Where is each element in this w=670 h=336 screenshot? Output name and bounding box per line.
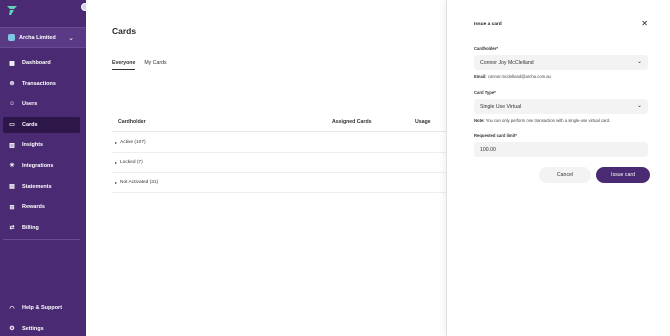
table-header: Cardholder Assigned Cards Usage bbox=[112, 112, 446, 132]
star-icon: ✳ bbox=[9, 163, 15, 170]
sidebar-item-insights[interactable]: ▥ Insights bbox=[3, 137, 80, 153]
sidebar-item-label: Transactions bbox=[22, 80, 56, 87]
org-avatar bbox=[8, 34, 15, 41]
card-type-select[interactable]: Single Use Virtual ⌄ bbox=[474, 99, 648, 114]
archa-logo-icon bbox=[7, 6, 17, 15]
gear-icon: ⚙ bbox=[9, 326, 15, 333]
group-row-not-activated[interactable]: ▸ Not Activated (31) bbox=[112, 173, 446, 193]
column-header-usage[interactable]: Usage bbox=[415, 119, 431, 125]
tab-everyone[interactable]: Everyone bbox=[112, 60, 136, 70]
sidebar-item-rewards[interactable]: ⊞ Rewards bbox=[3, 199, 80, 215]
sidebar-item-integrations[interactable]: ✳ Integrations bbox=[3, 158, 80, 174]
tab-bar: Everyone My Cards bbox=[112, 60, 167, 70]
caret-right-icon: ▸ bbox=[115, 160, 118, 165]
sidebar-item-label: Cards bbox=[22, 121, 38, 128]
card-type-note: Note: You can only perform one transacti… bbox=[474, 118, 610, 123]
sidebar-item-settings[interactable]: ⚙ Settings bbox=[3, 321, 80, 336]
email-label: Email: bbox=[474, 74, 487, 79]
headset-icon: ◠ bbox=[9, 305, 15, 312]
email-value: connor.mcclelland@archa.com.au bbox=[487, 74, 551, 79]
chevron-down-icon: ⌄ bbox=[636, 103, 642, 109]
tab-my-cards[interactable]: My Cards bbox=[144, 60, 166, 70]
chevron-down-icon: ⌄ bbox=[636, 59, 642, 65]
column-header-cardholder[interactable]: Cardholder bbox=[118, 119, 146, 125]
users-icon: ☺ bbox=[8, 101, 16, 108]
sidebar-item-transactions[interactable]: ⊜ Transactions bbox=[3, 76, 80, 92]
close-icon[interactable]: ✕ bbox=[641, 19, 648, 28]
sidebar-item-label: Integrations bbox=[22, 162, 54, 169]
sidebar-item-billing[interactable]: ⇄ Billing bbox=[3, 220, 80, 236]
gift-icon: ⊞ bbox=[9, 204, 15, 211]
caret-right-icon: ▸ bbox=[115, 180, 118, 185]
sidebar-item-label: Help & Support bbox=[22, 305, 63, 311]
sidebar-item-label: Settings bbox=[22, 325, 44, 332]
sidebar-nav: ▦ Dashboard ⊜ Transactions ☺ Users ▭ Car… bbox=[0, 55, 86, 240]
limit-input[interactable]: 100.00 bbox=[474, 142, 648, 157]
sidebar-item-label: Users bbox=[22, 101, 38, 108]
cardholder-value: Connor Joy McClelland bbox=[480, 59, 534, 66]
cardholder-select[interactable]: Connor Joy McClelland ⌄ bbox=[474, 55, 648, 70]
email-info: Email: connor.mcclelland@archa.com.au bbox=[474, 74, 551, 79]
chevron-down-icon: ⌄ bbox=[68, 35, 74, 42]
card-type-label: Card Type* bbox=[474, 90, 496, 95]
sidebar-divider bbox=[3, 239, 80, 240]
cardholder-label: Cardholder* bbox=[474, 46, 498, 51]
group-label: Active (107) bbox=[120, 140, 146, 145]
grid-icon: ▦ bbox=[9, 60, 15, 67]
group-row-locked[interactable]: ▸ Locked (7) bbox=[112, 153, 446, 173]
group-label: Locked (7) bbox=[120, 160, 143, 165]
issue-card-button[interactable]: Issue card bbox=[596, 167, 650, 183]
sidebar-item-label: Billing bbox=[22, 224, 39, 231]
sidebar-item-label: Rewards bbox=[22, 204, 45, 211]
sidebar-item-statements[interactable]: ▤ Statements bbox=[3, 179, 80, 195]
dollar-icon: ⊜ bbox=[9, 81, 15, 88]
bar-chart-icon: ▥ bbox=[9, 142, 15, 149]
sidebar-item-label: Statements bbox=[22, 183, 52, 190]
column-header-assigned-cards[interactable]: Assigned Cards bbox=[332, 119, 372, 125]
sidebar-item-help-support[interactable]: ◠ Help & Support bbox=[3, 300, 80, 316]
caret-right-icon: ▸ bbox=[115, 140, 118, 145]
sidebar-item-cards[interactable]: ▭ Cards bbox=[3, 116, 80, 133]
sidebar-bottom-nav: ◠ Help & Support ⚙ Settings bbox=[0, 300, 86, 336]
note-text: You can only perform one transaction wit… bbox=[485, 118, 611, 123]
org-name: Archa Limited bbox=[19, 34, 56, 41]
group-label: Not Activated (31) bbox=[120, 180, 159, 185]
sidebar: Archa Limited ⌄ ▦ Dashboard ⊜ Transactio… bbox=[0, 0, 89, 336]
group-row-active[interactable]: ▸ Active (107) bbox=[112, 133, 446, 153]
sidebar-item-label: Dashboard bbox=[22, 60, 51, 66]
limit-label: Requested card limit* bbox=[474, 133, 517, 138]
card-type-value: Single Use Virtual bbox=[480, 103, 522, 110]
document-icon: ▤ bbox=[9, 184, 15, 191]
panel-title: Issue a card bbox=[474, 22, 502, 27]
note-label: Note: bbox=[474, 118, 485, 123]
issue-card-panel: Issue a card ✕ Cardholder* Connor Joy Mc… bbox=[446, 0, 670, 336]
limit-value: 100.00 bbox=[480, 146, 496, 153]
cancel-button[interactable]: Cancel bbox=[539, 167, 591, 183]
sidebar-item-dashboard[interactable]: ▦ Dashboard bbox=[3, 55, 80, 71]
arrows-icon: ⇄ bbox=[9, 225, 15, 232]
page-title: Cards bbox=[112, 26, 137, 36]
main-content: Cards Everyone My Cards Cardholder Assig… bbox=[86, 0, 446, 336]
sidebar-item-label: Insights bbox=[22, 142, 44, 149]
sidebar-item-users[interactable]: ☺ Users bbox=[3, 96, 80, 112]
org-switcher[interactable]: Archa Limited ⌄ bbox=[0, 27, 86, 48]
card-icon: ▭ bbox=[9, 122, 15, 129]
